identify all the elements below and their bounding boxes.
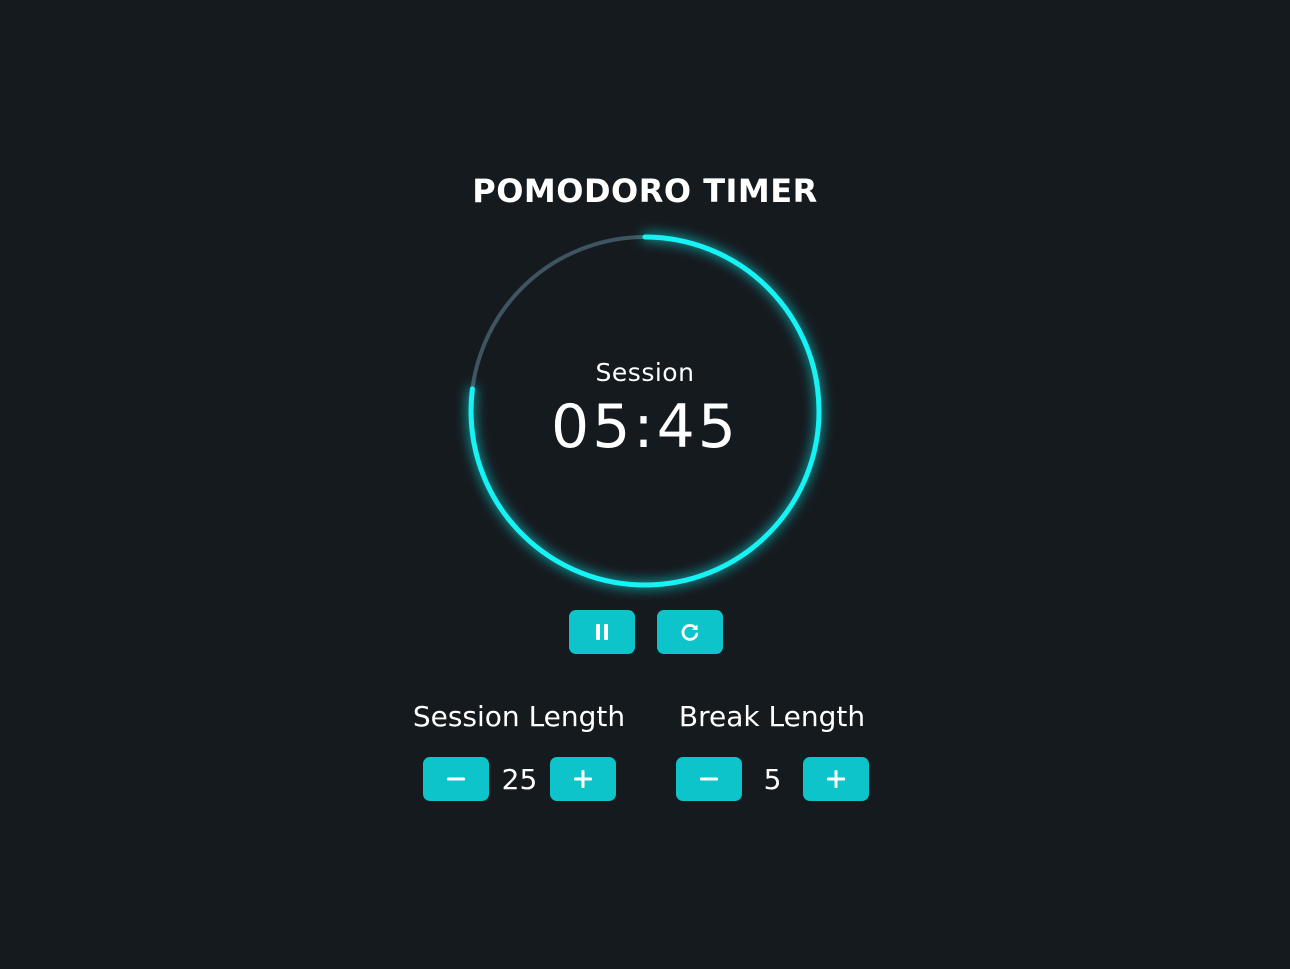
break-length-value: 5 bbox=[763, 763, 782, 796]
plus-icon bbox=[826, 769, 846, 789]
minus-icon bbox=[446, 769, 466, 789]
session-decrement-button[interactable] bbox=[423, 757, 489, 801]
pause-icon bbox=[594, 623, 610, 641]
minus-icon bbox=[699, 769, 719, 789]
refresh-icon bbox=[680, 622, 700, 642]
time-display: 05:45 bbox=[551, 392, 739, 462]
reset-button[interactable] bbox=[657, 610, 723, 654]
pomodoro-app: POMODORO TIMER Session 05:45 Session Len… bbox=[0, 0, 1290, 969]
session-length-label: Session Length bbox=[412, 700, 626, 733]
session-length-value: 25 bbox=[501, 763, 538, 796]
app-title: POMODORO TIMER bbox=[472, 172, 818, 210]
break-decrement-button[interactable] bbox=[676, 757, 742, 801]
break-length-label: Break Length bbox=[678, 700, 866, 733]
timer-mode-label: Session bbox=[595, 358, 695, 387]
session-increment-button[interactable] bbox=[550, 757, 616, 801]
break-increment-button[interactable] bbox=[803, 757, 869, 801]
pause-button[interactable] bbox=[569, 610, 635, 654]
plus-icon bbox=[573, 769, 593, 789]
